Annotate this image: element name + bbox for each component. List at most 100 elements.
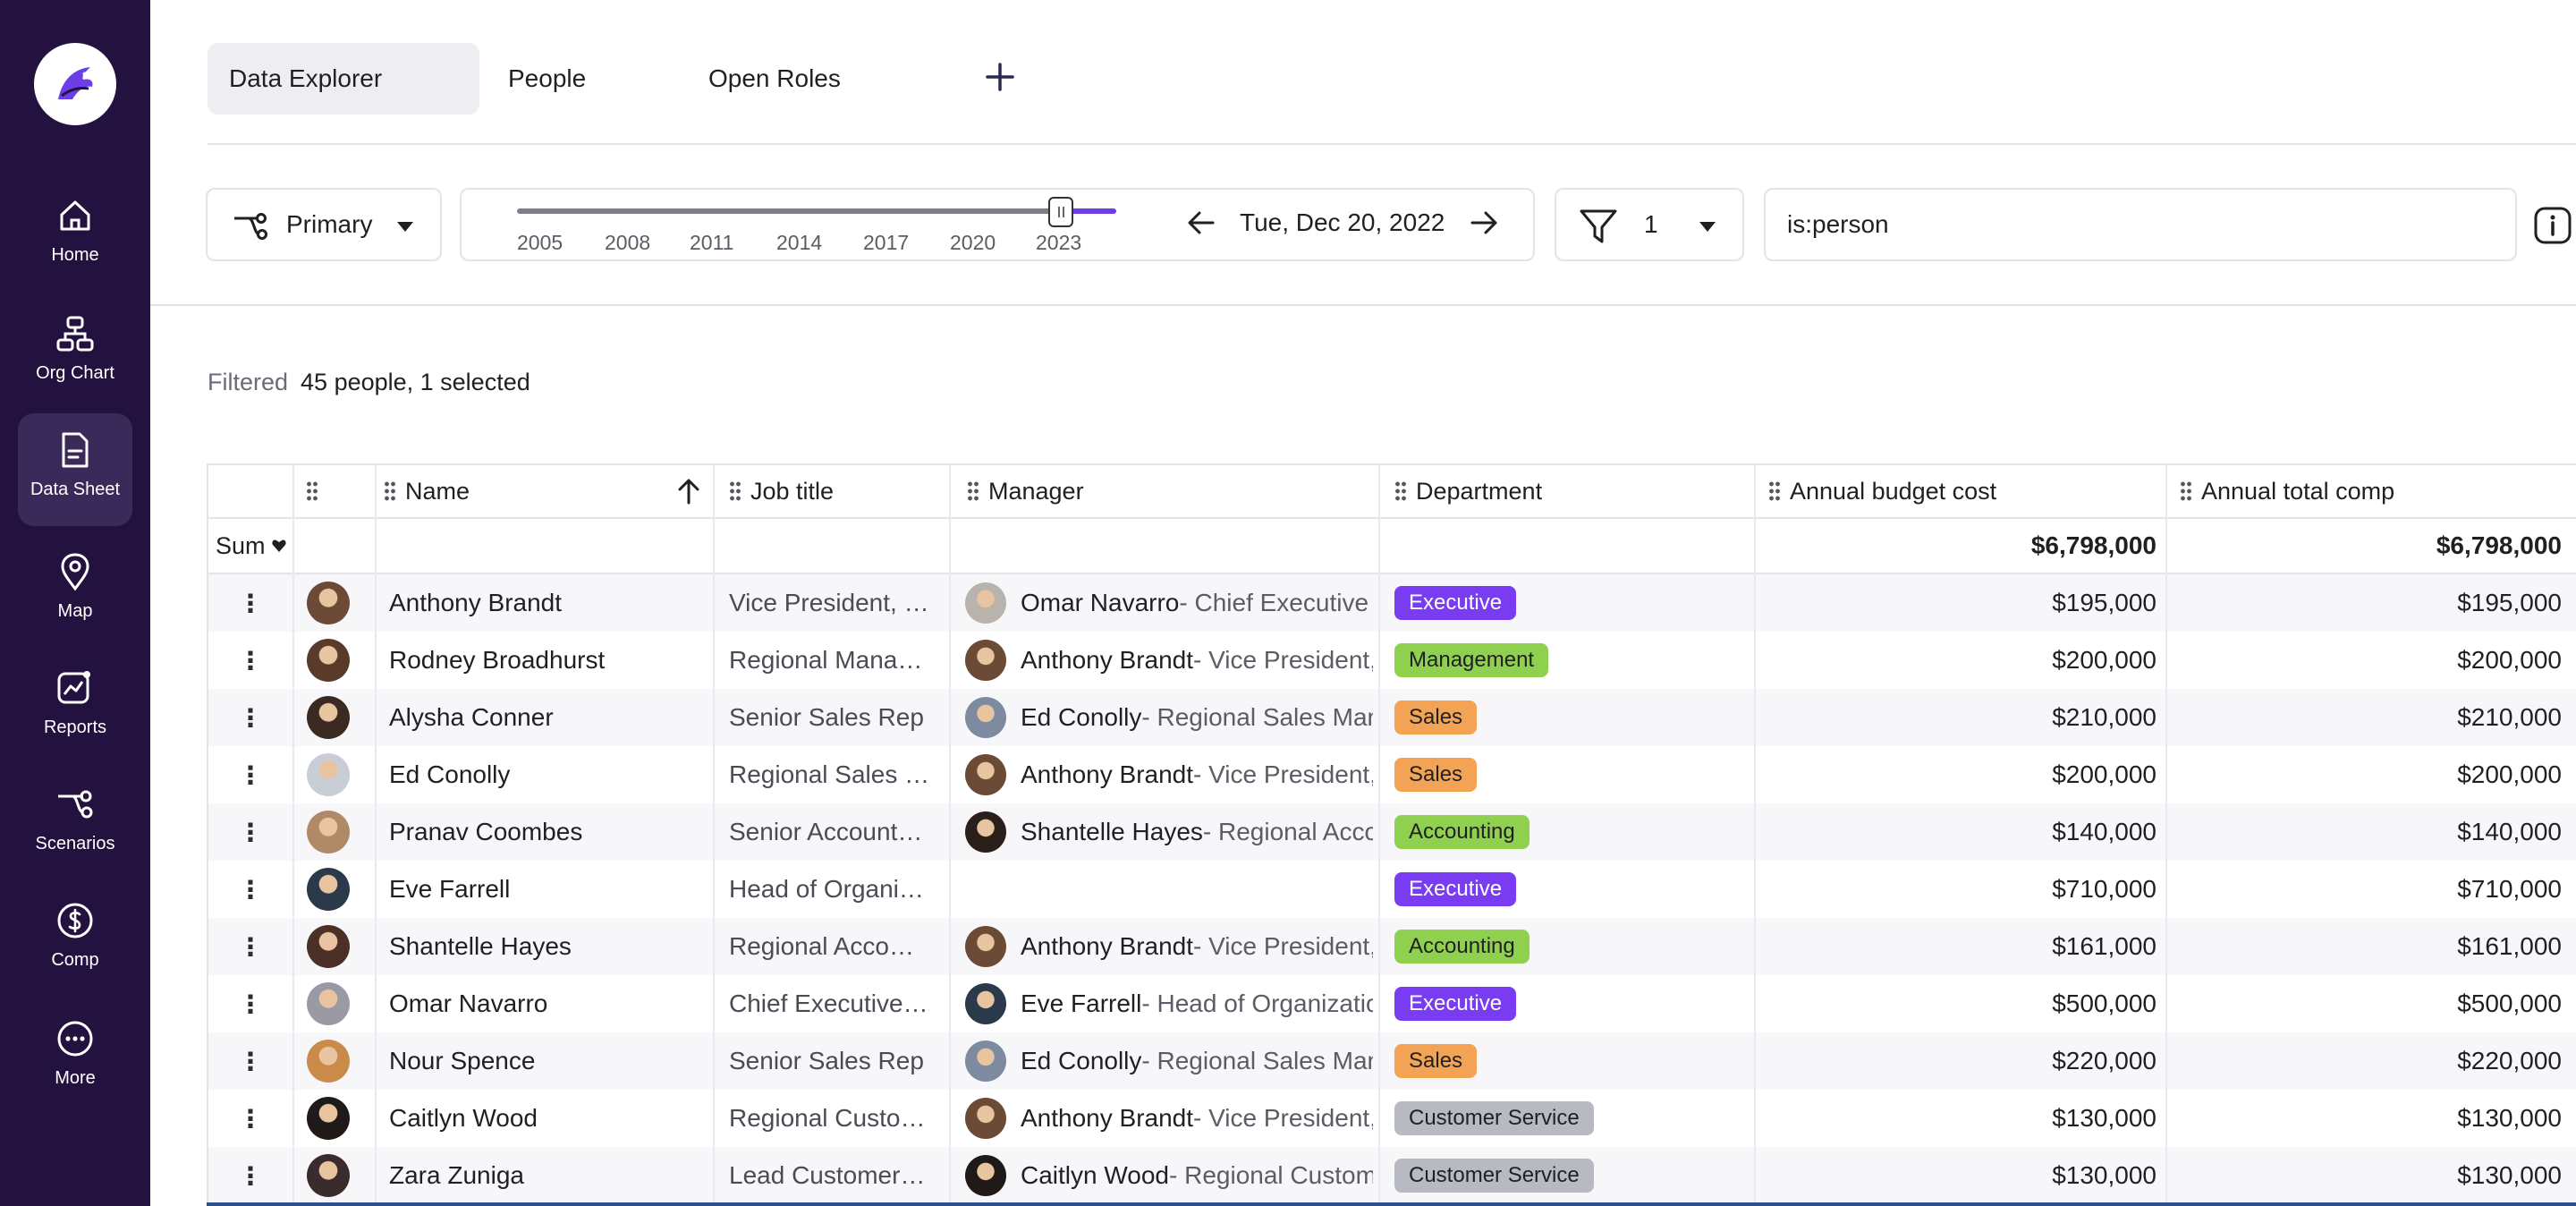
row-menu-icon[interactable]: ⋮ xyxy=(208,689,292,746)
job-title: Chief Executive… xyxy=(729,989,928,1017)
app-logo[interactable] xyxy=(34,43,116,125)
home-icon xyxy=(60,200,90,231)
org-chart-icon xyxy=(56,316,94,352)
row-menu-icon[interactable]: ⋮ xyxy=(208,1032,292,1090)
table-row[interactable]: ⋮ Zara Zuniga Lead Customer… Caitlyn Wood -… xyxy=(208,1147,2576,1204)
row-menu-icon[interactable]: ⋮ xyxy=(208,1147,292,1204)
arrow-right-icon[interactable] xyxy=(1469,209,1499,236)
table-row[interactable]: ⋮ Anthony Brandt Vice President, … Omar Nav… xyxy=(208,574,2576,632)
search-query-box[interactable]: is:person xyxy=(1764,188,2517,261)
manager-cell[interactable]: Anthony Brandt - Vice President, Ne xyxy=(965,1090,1373,1147)
person-name[interactable]: Nour Spence xyxy=(389,1032,708,1090)
manager-cell[interactable]: Anthony Brandt - Vice President, Ne xyxy=(965,746,1373,803)
avatar-image xyxy=(307,1154,350,1197)
scenario-selector[interactable]: Primary xyxy=(206,188,442,261)
sidebar: Home Org Chart Data Sheet Map Reports Scenari… xyxy=(0,0,150,1206)
table-row[interactable]: ⋮ Rodney Broadhurst Regional Mana… Anthony … xyxy=(208,632,2576,689)
tab-people[interactable]: People xyxy=(508,43,586,115)
timeline-slider-track[interactable] xyxy=(517,208,1061,214)
aggregate-selector[interactable]: Sum xyxy=(216,519,296,573)
table-row[interactable]: ⋮ Pranav Coombes Senior Account… Shantelle … xyxy=(208,803,2576,861)
sidebar-item-home[interactable]: Home xyxy=(18,179,132,292)
person-name[interactable]: Ed Conolly xyxy=(389,746,708,803)
sidebar-item-comp[interactable]: Comp xyxy=(18,884,132,997)
person-name[interactable]: Alysha Conner xyxy=(389,689,708,746)
column-header-annual-budget-cost[interactable]: Annual budget cost xyxy=(1768,465,2171,517)
manager-cell[interactable]: Omar Navarro - Chief Executive Of xyxy=(965,574,1373,632)
table-row[interactable]: ⋮ Omar Navarro Chief Executive… Eve Farrell… xyxy=(208,975,2576,1032)
tab-data-explorer[interactable]: Data Explorer xyxy=(208,43,479,115)
person-name[interactable]: Zara Zuniga xyxy=(389,1147,708,1204)
column-drag-handle[interactable] xyxy=(294,465,330,517)
avatar-image xyxy=(307,1097,350,1140)
table-row[interactable]: ⋮ Alysha Conner Senior Sales Rep Ed Conolly… xyxy=(208,689,2576,746)
person-name[interactable]: Omar Navarro xyxy=(389,975,708,1032)
department-cell: Customer Service xyxy=(1394,1147,1752,1204)
current-date[interactable]: Tue, Dec 20, 2022 xyxy=(1240,208,1445,237)
table-row[interactable]: ⋮ Nour Spence Senior Sales Rep Ed Conolly -… xyxy=(208,1032,2576,1090)
manager-cell[interactable]: Anthony Brandt - Vice President, Ne xyxy=(965,632,1373,689)
row-menu-icon[interactable]: ⋮ xyxy=(208,574,292,632)
person-name[interactable]: Eve Farrell xyxy=(389,861,708,918)
sidebar-item-data-sheet[interactable]: Data Sheet xyxy=(18,413,132,526)
column-header-manager[interactable]: Manager xyxy=(967,465,1387,517)
manager-cell[interactable]: Ed Conolly - Regional Sales Manag xyxy=(965,689,1373,746)
tab-open-roles[interactable]: Open Roles xyxy=(708,43,841,115)
reports-icon xyxy=(57,671,90,704)
row-menu-icon[interactable]: ⋮ xyxy=(208,803,292,861)
row-menu-icon[interactable]: ⋮ xyxy=(208,975,292,1032)
job-title: Vice President, … xyxy=(729,589,929,616)
column-header-name[interactable]: Name xyxy=(384,465,718,517)
sort-ascending-icon[interactable] xyxy=(677,478,700,505)
row-menu-icon[interactable]: ⋮ xyxy=(208,1090,292,1147)
dollar-icon xyxy=(57,903,93,938)
sidebar-item-org-chart[interactable]: Org Chart xyxy=(18,297,132,410)
sum-row: Sum $6,798,000 $6,798,000 xyxy=(208,519,2576,574)
manager-cell[interactable]: Caitlyn Wood - Regional Customer xyxy=(965,1147,1373,1204)
person-name[interactable]: Shantelle Hayes xyxy=(389,918,708,975)
person-name[interactable]: Caitlyn Wood xyxy=(389,1090,708,1147)
column-header-label: Department xyxy=(1416,477,1543,505)
add-tab-icon[interactable] xyxy=(982,59,1018,95)
row-menu-icon[interactable]: ⋮ xyxy=(208,632,292,689)
annual-total-comp: $161,000 xyxy=(2457,932,2562,960)
sidebar-item-more[interactable]: More xyxy=(18,1002,132,1115)
manager-title: - Vice President, Ne xyxy=(1193,760,1373,788)
table-row[interactable]: ⋮ Eve Farrell Head of Organi… Executive $710… xyxy=(208,861,2576,918)
sidebar-item-map[interactable]: Map xyxy=(18,535,132,648)
person-name[interactable]: Pranav Coombes xyxy=(389,803,708,861)
column-header-annual-total-comp[interactable]: Annual total comp xyxy=(2180,465,2576,517)
info-icon[interactable] xyxy=(2533,206,2572,245)
table-row[interactable]: ⋮ Caitlyn Wood Regional Custo… Anthony Bran… xyxy=(208,1090,2576,1147)
sidebar-item-scenarios[interactable]: Scenarios xyxy=(18,768,132,880)
manager-cell[interactable]: Eve Farrell - Head of Organization xyxy=(965,975,1373,1032)
manager-cell[interactable]: Ed Conolly - Regional Sales Manag xyxy=(965,1032,1373,1090)
row-menu-icon[interactable]: ⋮ xyxy=(208,918,292,975)
timeline-slider-handle[interactable] xyxy=(1048,197,1073,227)
manager-cell[interactable]: Anthony Brandt - Vice President, Ne xyxy=(965,918,1373,975)
column-header-job-title[interactable]: Job title xyxy=(729,465,960,517)
sidebar-item-label: Home xyxy=(51,245,99,265)
row-menu-icon[interactable]: ⋮ xyxy=(208,861,292,918)
arrow-left-icon[interactable] xyxy=(1186,209,1216,236)
table-row[interactable]: ⋮ Ed Conolly Regional Sales … Anthony Brand… xyxy=(208,746,2576,803)
grip-icon xyxy=(306,480,318,502)
person-name[interactable]: Rodney Broadhurst xyxy=(389,632,708,689)
timeline-year: 2023 xyxy=(1036,231,1082,254)
row-menu-icon[interactable]: ⋮ xyxy=(208,746,292,803)
manager-cell[interactable]: Shantelle Hayes - Regional Accoun xyxy=(965,803,1373,861)
manager-name: Anthony Brandt xyxy=(1021,932,1194,960)
tabs-divider xyxy=(208,143,2576,145)
table-row[interactable]: ⋮ Shantelle Hayes Regional Acco… Anthony Br… xyxy=(208,918,2576,975)
sidebar-item-reports[interactable]: Reports xyxy=(18,651,132,764)
department-cell: Executive xyxy=(1394,574,1752,632)
person-name[interactable]: Anthony Brandt xyxy=(389,574,708,632)
manager-avatar xyxy=(965,640,1006,681)
department-badge: Sales xyxy=(1394,1044,1478,1078)
manager-name: Ed Conolly xyxy=(1021,1047,1142,1074)
sidebar-item-label: Data Sheet xyxy=(30,480,121,499)
filter-selector[interactable]: 1 xyxy=(1555,188,1744,261)
department-cell: Customer Service xyxy=(1394,1090,1752,1147)
column-header-department[interactable]: Department xyxy=(1394,465,1761,517)
annual-budget-cost: $200,000 xyxy=(2052,646,2157,674)
